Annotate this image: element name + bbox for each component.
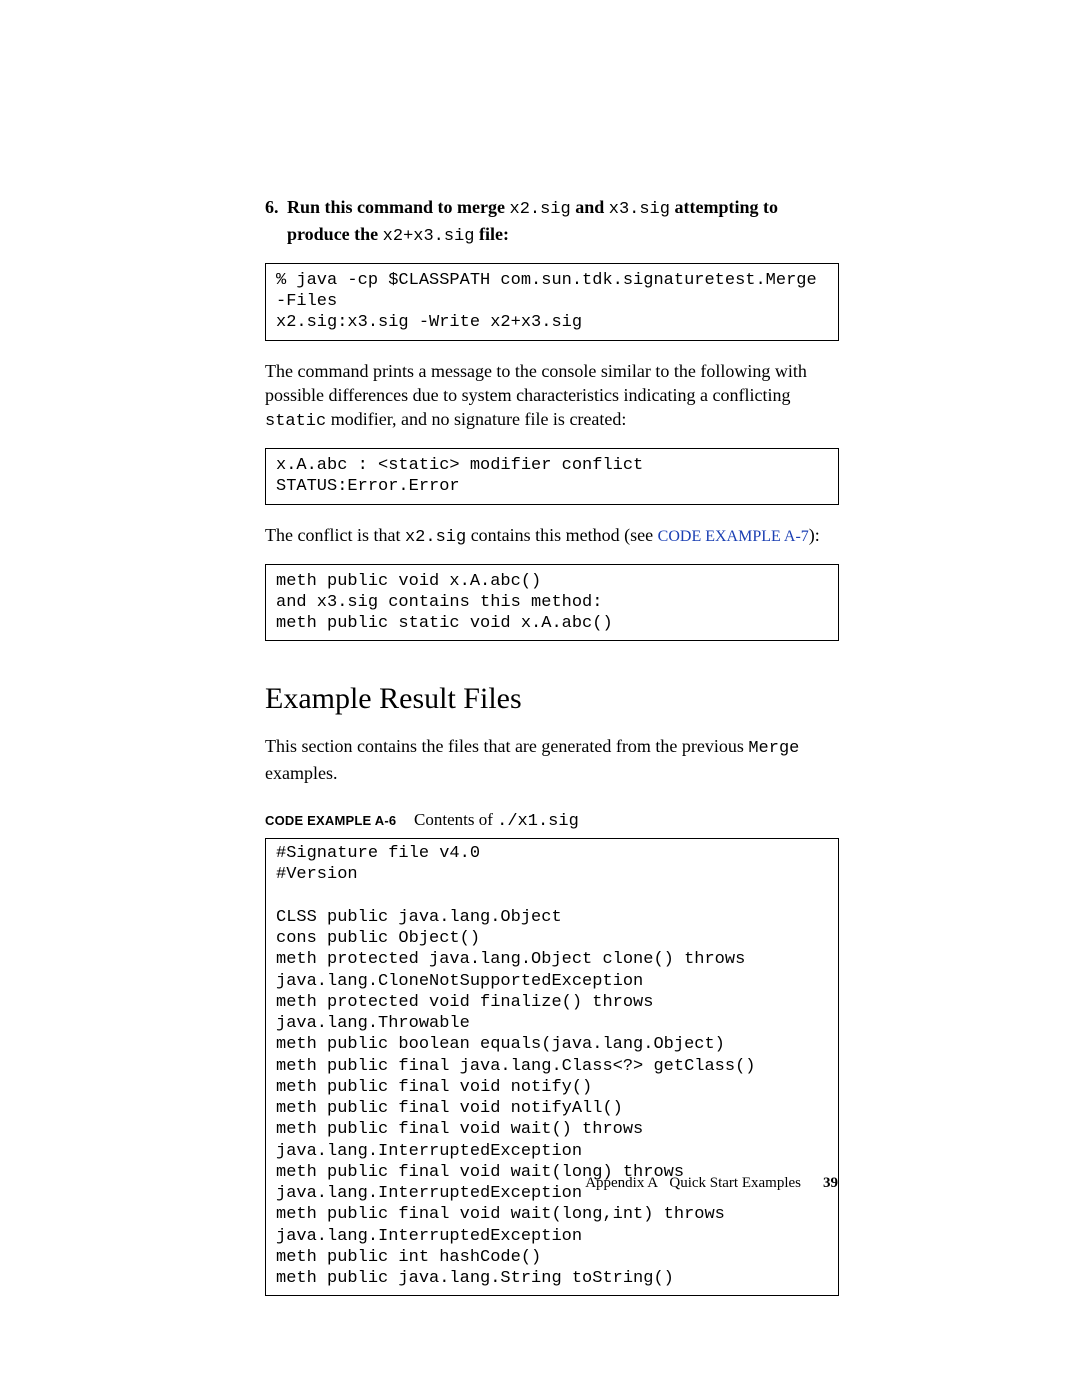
footer-title: Quick Start Examples <box>669 1175 801 1191</box>
code-example-caption: CODE EXAMPLE A-6 Contents of ./x1.sig <box>265 809 839 834</box>
para2-code-1: x2.sig <box>405 528 466 547</box>
step-number: 6. <box>265 195 287 249</box>
para2-text-2: contains this method (see <box>466 525 657 545</box>
caption-desc-text: Contents of <box>414 810 497 829</box>
step-6: 6. Run this command to merge x2.sig and … <box>265 195 839 249</box>
code-block-x1-sig-contents: #Signature file v4.0 #Version CLSS publi… <box>265 838 839 1296</box>
paragraph-2: The conflict is that x2.sig contains thi… <box>265 523 839 550</box>
para2-text-1: The conflict is that <box>265 525 405 545</box>
step-text-1: Run this command to merge <box>287 197 510 217</box>
para3-text-2: examples. <box>265 763 337 783</box>
para1-text-2: modifier, and no signature file is creat… <box>326 409 626 429</box>
para1-code-1: static <box>265 412 326 431</box>
link-code-example-a7[interactable]: CODE EXAMPLE A-7 <box>658 528 809 545</box>
step-code-2: x3.sig <box>609 200 670 219</box>
caption-desc-code: ./x1.sig <box>497 812 579 831</box>
code-block-error-output: x.A.abc : <static> modifier conflict STA… <box>265 448 839 505</box>
footer-appendix: Appendix A <box>585 1175 658 1191</box>
code-block-method-conflict: meth public void x.A.abc() and x3.sig co… <box>265 564 839 642</box>
footer-page-number: 39 <box>823 1175 838 1191</box>
step-code-1: x2.sig <box>510 200 571 219</box>
para2-text-3: ): <box>809 525 820 545</box>
page-content: 6. Run this command to merge x2.sig and … <box>265 195 839 1314</box>
para3-text-1: This section contains the files that are… <box>265 736 748 756</box>
para3-code-1: Merge <box>748 739 799 758</box>
para1-text-1: The command prints a message to the cons… <box>265 361 807 405</box>
step-code-3: x2+x3.sig <box>383 227 475 246</box>
step-text-4: file: <box>475 224 509 244</box>
paragraph-3: This section contains the files that are… <box>265 734 839 785</box>
code-block-merge-command: % java -cp $CLASSPATH com.sun.tdk.signat… <box>265 263 839 341</box>
caption-description: Contents of ./x1.sig <box>414 810 579 829</box>
step-text: Run this command to merge x2.sig and x3.… <box>287 195 839 249</box>
step-text-2: and <box>571 197 609 217</box>
paragraph-1: The command prints a message to the cons… <box>265 359 839 435</box>
section-heading-example-result-files: Example Result Files <box>265 679 839 720</box>
caption-label: CODE EXAMPLE A-6 <box>265 813 396 828</box>
